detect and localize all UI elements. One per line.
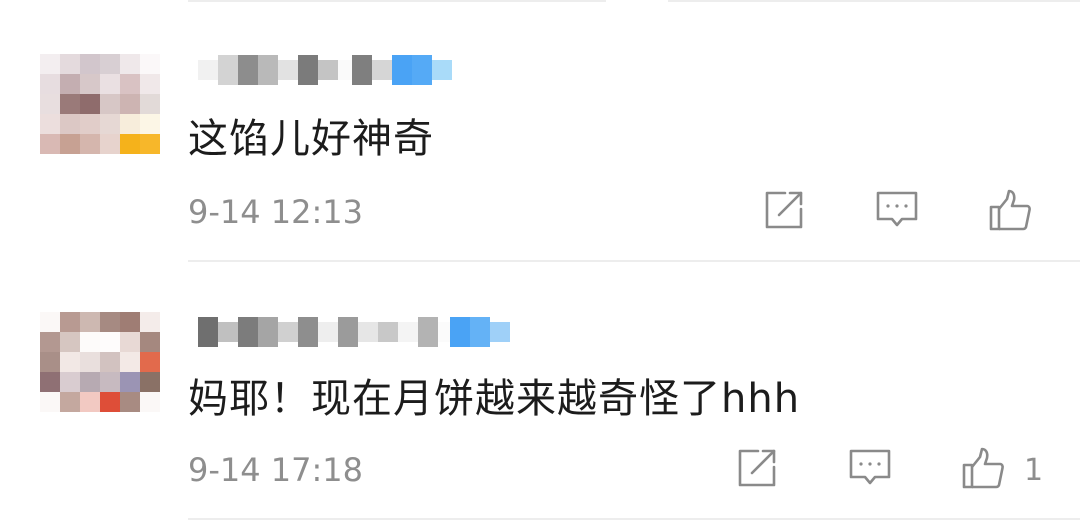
share-icon: [765, 191, 803, 229]
reply-button[interactable]: [873, 186, 921, 234]
reply-button[interactable]: [846, 444, 894, 492]
reply-icon: [849, 449, 891, 485]
thumbs-up-icon: [962, 447, 1004, 489]
comment-text: 妈耶！现在月饼越来越奇怪了hhh: [188, 376, 801, 422]
comment-timestamp: 9-14 17:18: [188, 451, 364, 489]
like-count: 1: [1024, 453, 1044, 488]
comment-divider: [188, 518, 1080, 520]
like-button[interactable]: [986, 186, 1034, 234]
comment-timestamp: 9-14 12:13: [188, 193, 364, 231]
share-button[interactable]: [760, 186, 808, 234]
reply-icon: [876, 191, 918, 227]
comment-item: 这馅儿好神奇 9-14 12:13: [0, 0, 1080, 262]
share-button[interactable]: [733, 444, 781, 492]
comment-text: 这馅儿好神奇: [188, 116, 434, 162]
thumbs-up-icon: [989, 189, 1031, 231]
share-icon: [738, 449, 776, 487]
avatar[interactable]: [40, 54, 160, 154]
avatar[interactable]: [40, 312, 160, 412]
username-redacted[interactable]: [198, 314, 510, 350]
comment-item: 妈耶！现在月饼越来越奇怪了hhh 9-14 17:18 1: [0, 262, 1080, 528]
like-button[interactable]: [959, 444, 1007, 492]
username-redacted[interactable]: [198, 52, 452, 88]
